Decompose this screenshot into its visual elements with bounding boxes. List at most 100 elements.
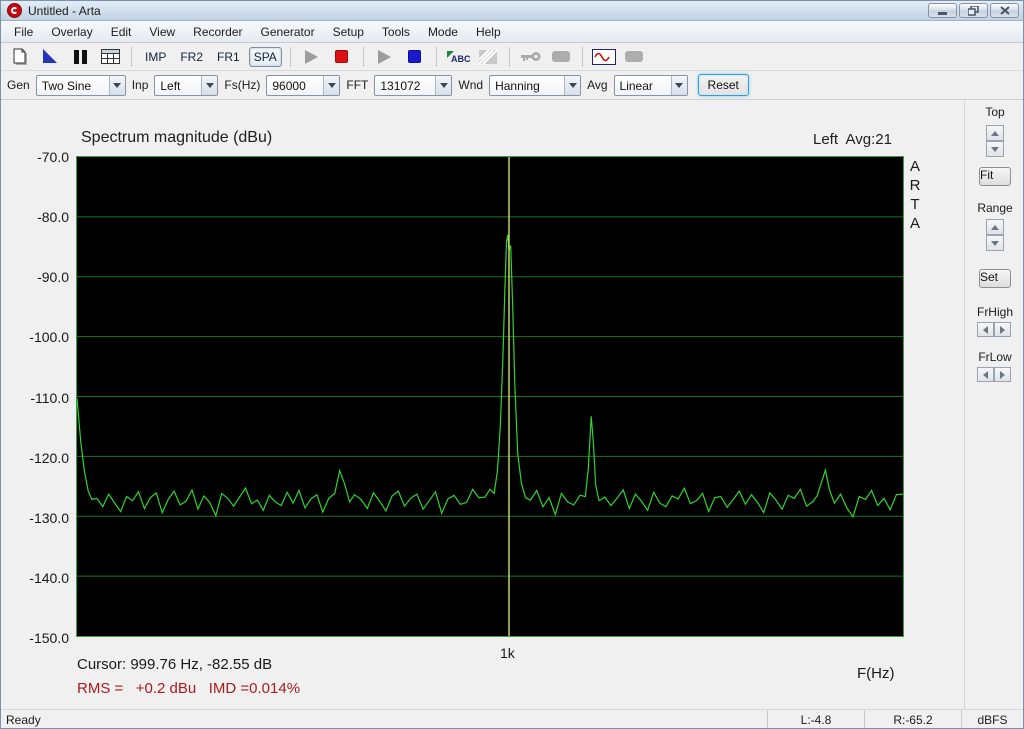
frlow-label: FrLow xyxy=(978,350,1012,364)
spectrum-trace xyxy=(77,157,903,636)
menu-bar: File Overlay Edit View Recorder Generato… xyxy=(1,21,1023,43)
frhigh-spinner xyxy=(977,322,1011,337)
ytick: -150.0 xyxy=(29,630,69,646)
status-unit: dBFS xyxy=(961,710,1023,728)
top-spinner xyxy=(986,125,1004,157)
menu-setup[interactable]: Setup xyxy=(324,22,373,42)
range-spinner xyxy=(986,219,1004,251)
ytick: -110.0 xyxy=(30,390,69,406)
samplerate-select[interactable]: 96000 xyxy=(266,74,341,96)
app-icon xyxy=(7,3,22,18)
menu-recorder[interactable]: Recorder xyxy=(184,22,251,42)
mode-fr2-button[interactable]: FR2 xyxy=(175,47,208,67)
mode-imp-button[interactable]: IMP xyxy=(140,47,171,67)
arta-window: Untitled - Arta File Overlay Edit View R… xyxy=(0,0,1024,729)
top-up-button[interactable] xyxy=(986,125,1004,141)
frhigh-left-button[interactable] xyxy=(977,322,994,337)
menu-tools[interactable]: Tools xyxy=(373,22,419,42)
arta-brand-vertical: ARTA xyxy=(909,158,921,232)
set-button[interactable]: Set xyxy=(979,269,1011,288)
ytick: -70.0 xyxy=(37,149,69,165)
new-document-icon[interactable] xyxy=(7,46,33,68)
blank-icon xyxy=(621,46,647,68)
status-right-level: R:-65.2 xyxy=(864,710,961,728)
ytick: -100.0 xyxy=(29,329,69,345)
reset-button[interactable]: Reset xyxy=(697,74,749,96)
svg-text:ABC: ABC xyxy=(451,54,470,64)
chevron-down-icon[interactable] xyxy=(435,75,452,95)
input-select[interactable]: Left xyxy=(154,74,219,96)
chevron-down-icon[interactable] xyxy=(670,75,687,95)
menu-generator[interactable]: Generator xyxy=(252,22,324,42)
play-icon[interactable] xyxy=(372,46,398,68)
fft-size-select[interactable]: 131072 xyxy=(374,74,453,96)
range-label: Range xyxy=(977,201,1013,215)
frhigh-label: FrHigh xyxy=(976,305,1013,319)
status-ready: Ready xyxy=(6,713,41,727)
averaging-select[interactable]: Linear xyxy=(613,74,688,96)
chart-title: Spectrum magnitude (dBu) xyxy=(81,129,273,146)
no-overlay-icon xyxy=(475,46,501,68)
chevron-down-icon[interactable] xyxy=(564,75,581,95)
ytick: -140.0 xyxy=(29,570,69,586)
frlow-left-button[interactable] xyxy=(977,367,994,382)
chevron-down-icon[interactable] xyxy=(323,75,340,95)
range-down-button[interactable] xyxy=(986,235,1004,251)
mode-fr1-button[interactable]: FR1 xyxy=(212,47,245,67)
xaxis-label: F(Hz) xyxy=(857,665,895,682)
status-bar: Ready L:-4.8 R:-65.2 dBFS xyxy=(1,709,1023,728)
signal-flag-icon[interactable] xyxy=(37,46,63,68)
mode-spa-button[interactable]: SPA xyxy=(248,46,282,67)
ytick: -90.0 xyxy=(37,269,69,285)
chevron-down-icon[interactable] xyxy=(201,75,218,95)
gen-label: Gen xyxy=(7,78,30,92)
chart-area: Spectrum magnitude (dBu) Left Avg:21 -70… xyxy=(1,100,1023,709)
stop-icon[interactable] xyxy=(402,46,428,68)
menu-file[interactable]: File xyxy=(5,22,42,42)
frlow-right-button[interactable] xyxy=(994,367,1011,382)
record-icon[interactable] xyxy=(329,46,355,68)
frhigh-right-button[interactable] xyxy=(994,322,1011,337)
window-title: Untitled - Arta xyxy=(28,3,101,18)
spectrum-plot[interactable] xyxy=(76,156,904,637)
menu-mode[interactable]: Mode xyxy=(419,22,467,42)
ytick: -120.0 xyxy=(29,450,69,466)
ytick: -80.0 xyxy=(37,209,69,225)
menu-help[interactable]: Help xyxy=(467,22,510,42)
rms-imd-readout: RMS = +0.2 dBu IMD =0.014% xyxy=(77,680,301,697)
control-bar: Gen Two Sine Inp Left Fs(Hz) 96000 FFT 1… xyxy=(1,71,1023,100)
channel-average-label: Left Avg:21 xyxy=(813,131,892,148)
fft-label: FFT xyxy=(346,78,369,92)
fs-label: Fs(Hz) xyxy=(224,78,261,92)
chevron-down-icon[interactable] xyxy=(108,75,125,95)
key-icon xyxy=(518,46,544,68)
sine-generator-icon[interactable] xyxy=(591,46,617,68)
table-icon[interactable] xyxy=(97,46,123,68)
generator-select[interactable]: Two Sine xyxy=(35,74,126,96)
menu-overlay[interactable]: Overlay xyxy=(42,22,101,42)
toolbar: IMP FR2 FR1 SPA ABC xyxy=(1,43,1023,71)
avg-label: Avg xyxy=(587,78,608,92)
top-down-button[interactable] xyxy=(986,141,1004,157)
play-disabled-icon xyxy=(299,46,325,68)
side-panel: Top Fit Range Set FrHigh FrLow xyxy=(964,100,1023,709)
close-button[interactable] xyxy=(990,3,1019,18)
ytick: -130.0 xyxy=(29,510,69,526)
menu-edit[interactable]: Edit xyxy=(102,22,141,42)
cursor-readout: Cursor: 999.76 Hz, -82.55 dB xyxy=(77,656,273,673)
menu-view[interactable]: View xyxy=(140,22,184,42)
top-label: Top xyxy=(985,105,1005,119)
fit-button[interactable]: Fit xyxy=(979,167,1011,186)
pause-icon[interactable] xyxy=(67,46,93,68)
wnd-label: Wnd xyxy=(458,78,484,92)
minimize-button[interactable] xyxy=(928,3,957,18)
status-left-level: L:-4.8 xyxy=(767,710,864,728)
range-up-button[interactable] xyxy=(986,219,1004,235)
restore-button[interactable] xyxy=(959,3,988,18)
inp-label: Inp xyxy=(131,78,149,92)
frlow-spinner xyxy=(977,367,1011,382)
mute-icon xyxy=(548,46,574,68)
title-bar: Untitled - Arta xyxy=(1,1,1023,21)
window-select[interactable]: Hanning xyxy=(489,74,582,96)
spellcheck-abc-icon[interactable]: ABC xyxy=(445,46,471,68)
